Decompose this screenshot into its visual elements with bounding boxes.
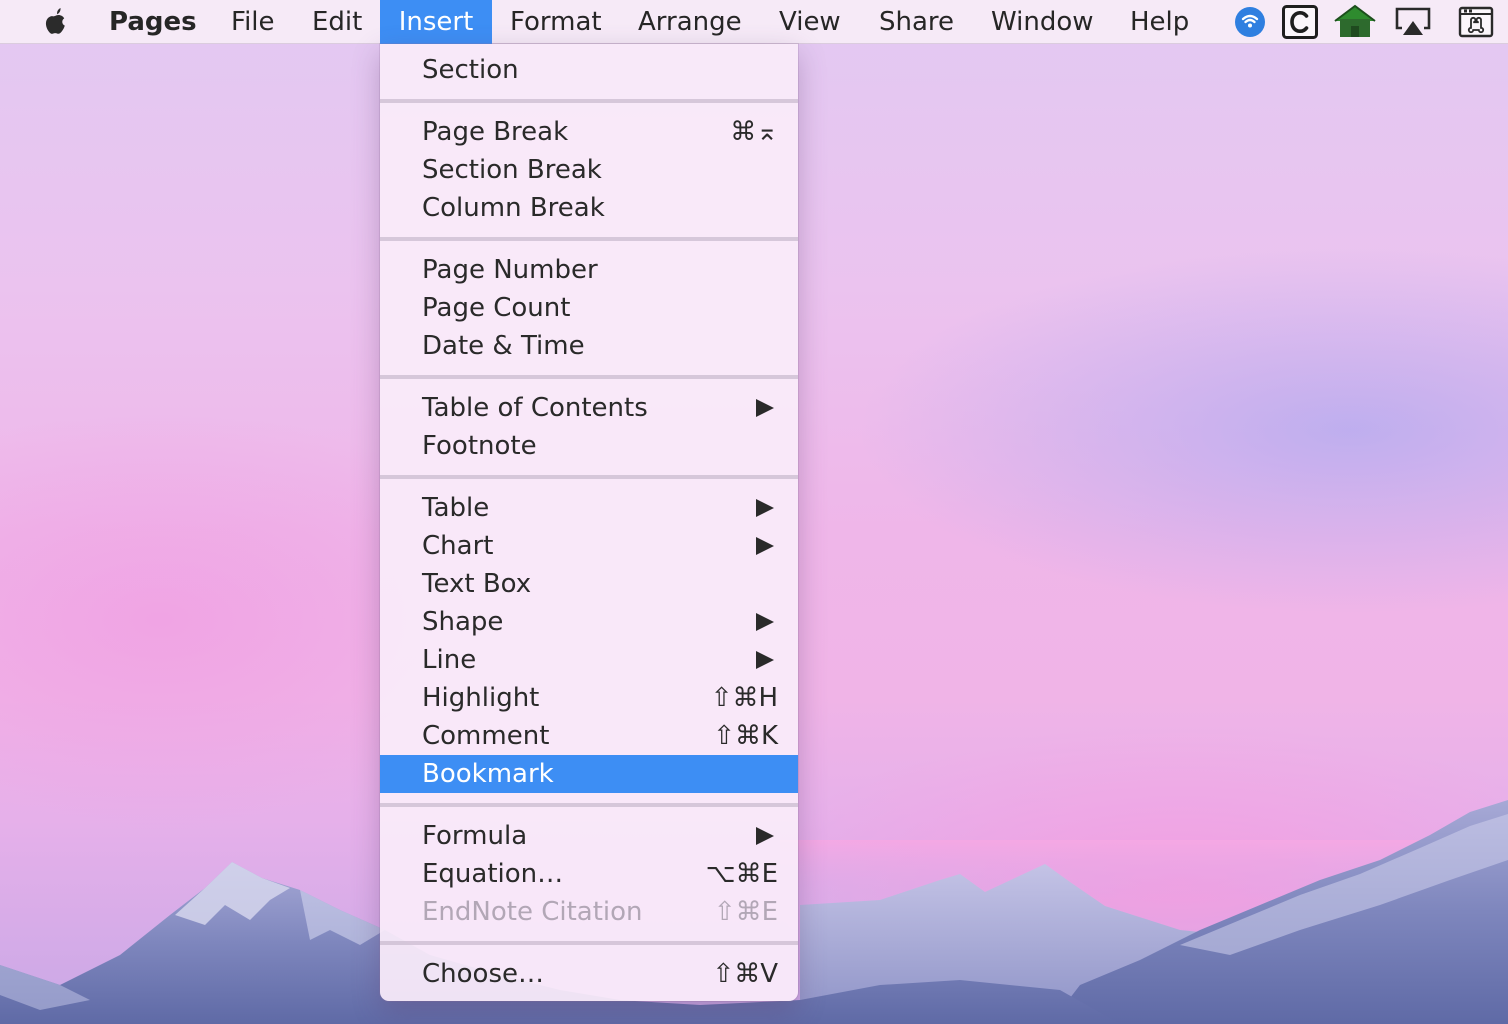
menu-item-label: Table bbox=[422, 493, 490, 523]
menu-item-equation[interactable]: Equation… ⌥⌘E bbox=[380, 855, 798, 893]
menu-item-label: Choose… bbox=[422, 959, 544, 989]
menu-item-label: Chart bbox=[422, 531, 494, 561]
menu-item-footnote[interactable]: Footnote bbox=[380, 427, 798, 465]
menu-item-section[interactable]: Section bbox=[380, 51, 798, 89]
menu-item-label: Date & Time bbox=[422, 331, 585, 361]
menu-item-label: Table of Contents bbox=[422, 393, 648, 423]
menu-item-page-number[interactable]: Page Number bbox=[380, 251, 798, 289]
menu-item-highlight[interactable]: Highlight ⇧⌘H bbox=[380, 679, 798, 717]
menu-format[interactable]: Format bbox=[510, 0, 602, 44]
menu-item-choose[interactable]: Choose… ⇧⌘V bbox=[380, 955, 798, 993]
menu-separator bbox=[380, 941, 798, 945]
submenu-arrow-icon bbox=[756, 613, 774, 631]
menu-item-shape[interactable]: Shape bbox=[380, 603, 798, 641]
green-house-icon[interactable] bbox=[1332, 4, 1378, 38]
wifi-status-icon[interactable] bbox=[1234, 6, 1266, 38]
menu-window[interactable]: Window bbox=[991, 0, 1094, 44]
menu-insert[interactable]: Insert bbox=[380, 0, 492, 44]
menu-edit[interactable]: Edit bbox=[312, 0, 362, 44]
menu-item-label: EndNote Citation bbox=[422, 897, 643, 927]
menu-item-label: Formula bbox=[422, 821, 528, 851]
menu-item-label: Page Count bbox=[422, 293, 571, 323]
apple-logo-icon[interactable] bbox=[40, 6, 70, 38]
airplay-icon[interactable] bbox=[1394, 6, 1432, 38]
menu-item-page-break[interactable]: Page Break ⌘⌅ bbox=[380, 113, 798, 151]
menu-item-text-box[interactable]: Text Box bbox=[380, 565, 798, 603]
menu-item-bookmark[interactable]: Bookmark bbox=[380, 755, 798, 793]
menu-item-section-break[interactable]: Section Break bbox=[380, 151, 798, 189]
menu-item-label: Equation… bbox=[422, 859, 564, 889]
menu-item-label: Column Break bbox=[422, 193, 605, 223]
menu-item-column-break[interactable]: Column Break bbox=[380, 189, 798, 227]
submenu-arrow-icon bbox=[756, 651, 774, 669]
menu-item-page-count[interactable]: Page Count bbox=[380, 289, 798, 327]
menu-item-label: Section Break bbox=[422, 155, 602, 185]
menu-item-label: Line bbox=[422, 645, 477, 675]
menu-item-table[interactable]: Table bbox=[380, 489, 798, 527]
menu-item-label: Highlight bbox=[422, 683, 540, 713]
menu-separator bbox=[380, 99, 798, 103]
menu-item-shortcut: ⌘⌅ bbox=[730, 117, 778, 147]
menu-item-shortcut: ⇧⌘K bbox=[713, 721, 778, 751]
menu-app-pages[interactable]: Pages bbox=[109, 0, 197, 44]
menu-item-label: Section bbox=[422, 55, 519, 85]
command-keyboard-icon[interactable] bbox=[1458, 6, 1494, 38]
menu-item-table-of-contents[interactable]: Table of Contents bbox=[380, 389, 798, 427]
menu-item-date-time[interactable]: Date & Time bbox=[380, 327, 798, 365]
menu-separator bbox=[380, 803, 798, 807]
menu-item-label: Shape bbox=[422, 607, 504, 637]
menu-share[interactable]: Share bbox=[879, 0, 954, 44]
insert-menu-dropdown: Section Page Break ⌘⌅ Section Break Colu… bbox=[380, 44, 798, 1001]
menu-item-endnote-citation: EndNote Citation ⇧⌘E bbox=[380, 893, 798, 931]
menu-item-shortcut: ⌥⌘E bbox=[705, 859, 778, 889]
menu-help[interactable]: Help bbox=[1130, 0, 1189, 44]
menu-item-label: Bookmark bbox=[422, 759, 554, 789]
menu-item-label: Page Number bbox=[422, 255, 598, 285]
submenu-arrow-icon bbox=[756, 537, 774, 555]
menu-item-shortcut: ⇧⌘E bbox=[713, 897, 778, 927]
submenu-arrow-icon bbox=[756, 827, 774, 845]
menu-item-comment[interactable]: Comment ⇧⌘K bbox=[380, 717, 798, 755]
menu-item-label: Comment bbox=[422, 721, 550, 751]
menu-item-label: Footnote bbox=[422, 431, 537, 461]
menu-item-line[interactable]: Line bbox=[380, 641, 798, 679]
menu-item-shortcut: ⇧⌘H bbox=[710, 683, 778, 713]
menu-item-label: Text Box bbox=[422, 569, 532, 599]
menu-item-label: Page Break bbox=[422, 117, 569, 147]
menu-separator bbox=[380, 475, 798, 479]
menu-view[interactable]: View bbox=[779, 0, 841, 44]
menu-item-chart[interactable]: Chart bbox=[380, 527, 798, 565]
menu-separator bbox=[380, 237, 798, 241]
menu-bar: Pages File Edit Insert Format Arrange Vi… bbox=[0, 0, 1508, 44]
submenu-arrow-icon bbox=[756, 399, 774, 417]
menu-separator bbox=[380, 375, 798, 379]
menu-item-shortcut: ⇧⌘V bbox=[712, 959, 778, 989]
submenu-arrow-icon bbox=[756, 499, 774, 517]
menu-arrange[interactable]: Arrange bbox=[638, 0, 742, 44]
menu-item-formula[interactable]: Formula bbox=[380, 817, 798, 855]
clipboard-c-icon[interactable] bbox=[1282, 5, 1318, 39]
menu-file[interactable]: File bbox=[231, 0, 275, 44]
